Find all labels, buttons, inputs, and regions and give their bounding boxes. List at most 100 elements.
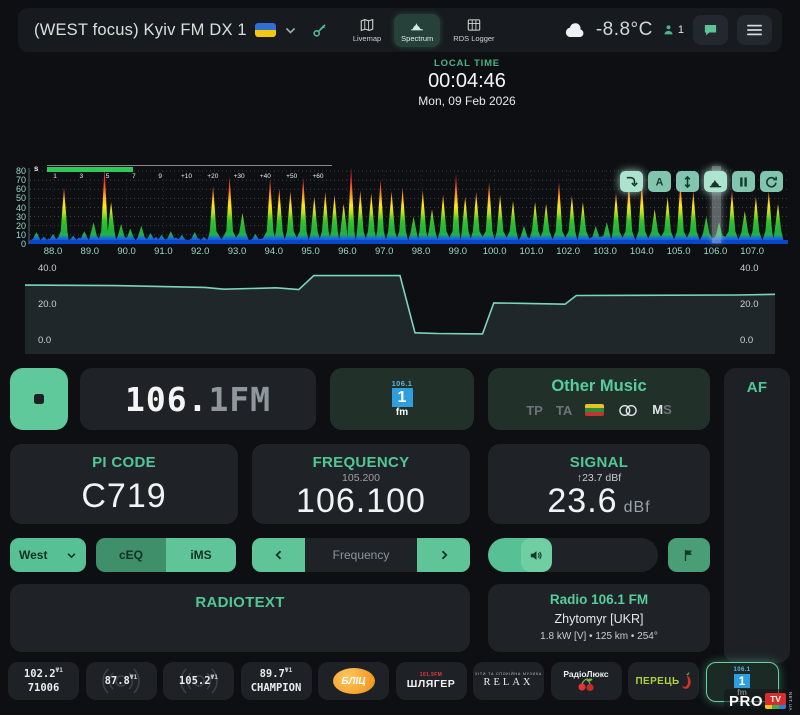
s-meter-tick: 1 <box>45 173 65 180</box>
s-meter-tick: 7 <box>124 173 144 180</box>
s-meter-tick: +60 <box>308 173 328 180</box>
spectrum-x-tick: 103.0 <box>588 246 622 257</box>
spectrum-mode-button[interactable] <box>704 171 727 192</box>
preset-button-2[interactable]: 87.8Ψ1 <box>86 662 157 700</box>
livemap-icon <box>359 18 375 32</box>
refresh-button[interactable] <box>760 171 783 192</box>
lithuania-flag-icon <box>585 404 604 416</box>
preset-button-4[interactable]: 89.7Ψ1CHAMPION <box>241 662 312 700</box>
watermark-side-text: NET.UA <box>788 692 793 711</box>
perets-logo: ПЕРЕЦЬ <box>635 672 691 690</box>
radiotext-panel: RADIOTEXT <box>10 584 470 652</box>
s-meter-tick: +10 <box>177 173 197 180</box>
pi-code-heading: PI CODE <box>10 454 238 471</box>
volume-slider[interactable] <box>488 538 658 572</box>
spectrum-x-tick: 99.0 <box>441 246 475 257</box>
signal-y-tick: 0.0 <box>38 335 72 346</box>
watermark-pro-text: PRO <box>729 693 763 710</box>
select-chevron-icon <box>66 550 77 561</box>
spectrum-x-tick: 95.0 <box>294 246 328 257</box>
stereo-icon <box>617 404 639 417</box>
preset-frequency: 102.2Ψ1 <box>24 666 63 682</box>
spectrum-x-tick: 96.0 <box>330 246 364 257</box>
station-location: Zhytomyr [UKR] <box>488 612 710 626</box>
report-flag-button[interactable] <box>668 538 710 572</box>
preset-button-7[interactable]: ХІТИ ТА СПОКІЙНА МУЗИКАRELAX <box>473 662 544 700</box>
spectrum-x-tick: 93.0 <box>220 246 254 257</box>
preset-name: 71006 <box>28 682 60 696</box>
blits-logo: БЛІЦ <box>333 668 375 694</box>
vertical-zoom-button[interactable] <box>676 171 699 192</box>
nav-spectrum-button[interactable]: Spectrum <box>394 14 440 47</box>
server-title[interactable]: (WEST focus) Kyiv FM DX 1 <box>34 21 247 40</box>
tuner-toggle-button[interactable] <box>10 368 68 430</box>
s-meter-tick: 3 <box>71 173 91 180</box>
step-up-button[interactable] <box>417 538 470 572</box>
pty-label: Other Music <box>488 377 710 396</box>
cloud-icon <box>563 21 587 39</box>
ims-button[interactable]: iMS <box>166 538 236 572</box>
spectrum-icon <box>409 18 425 32</box>
preset-button-5[interactable]: БЛІЦ <box>318 662 389 700</box>
key-icon[interactable] <box>311 22 328 39</box>
eq-ims-toggle: cEQ iMS <box>96 538 236 572</box>
signal-y-tick: 40.0 <box>38 263 72 274</box>
preset-button-3[interactable]: 105.2Ψ1 <box>163 662 234 700</box>
current-frequency: 106.100 <box>252 484 470 518</box>
signal-value: 23.6 <box>547 482 617 520</box>
stop-square-icon <box>34 394 44 404</box>
svg-text:A: A <box>656 176 664 188</box>
spectrum-x-tick: 105.0 <box>662 246 696 257</box>
nav-rds-logger-button[interactable]: RDS Logger <box>446 14 501 47</box>
preset-button-6[interactable]: 101.9FMШЛЯГЕР <box>396 662 467 700</box>
fm1061-logo-one: 1 <box>734 674 750 688</box>
chat-button[interactable] <box>693 15 728 45</box>
frequency-stepper: Frequency <box>252 538 470 572</box>
frequency-heading: FREQUENCY <box>252 454 470 471</box>
signal-y-tick: 40.0 <box>740 263 774 274</box>
pty-panel: Other Music TP TA MS <box>488 368 710 430</box>
speaker-icon <box>529 549 544 562</box>
s-meter-bar <box>47 167 133 172</box>
antenna-select[interactable]: West <box>10 538 86 572</box>
menu-button[interactable] <box>737 15 772 45</box>
pi-code-panel: PI CODE C719 <box>10 444 238 524</box>
s-meter-tick: 5 <box>98 173 118 180</box>
listener-count: 1 <box>678 24 684 36</box>
preset-frequency: 89.7Ψ1 <box>260 666 293 682</box>
frequency-display-sub: 1FM <box>208 380 271 419</box>
rds-logger-icon <box>466 18 482 32</box>
station-name[interactable]: Radio 106.1 FM <box>488 592 710 607</box>
spectrum-x-tick: 90.0 <box>110 246 144 257</box>
step-down-button[interactable] <box>252 538 305 572</box>
spectrum-x-tick: 107.0 <box>735 246 769 257</box>
preset-frequency: 105.2Ψ1 <box>179 673 218 689</box>
autoscale-button[interactable]: A <box>648 171 671 192</box>
s-meter-tick: +30 <box>229 173 249 180</box>
pi-code-value: C719 <box>10 479 238 513</box>
local-clock: LOCAL TIME 00:04:46 Mon, 09 Feb 2026 <box>367 58 567 108</box>
af-list-panel: AF <box>724 368 790 663</box>
hamburger-icon <box>747 24 762 36</box>
nav-livemap-label: Livemap <box>353 34 381 43</box>
station-info-panel: Radio 106.1 FM Zhytomyr [UKR] 1.8 kW [V]… <box>488 584 710 652</box>
preset-button-8[interactable]: РадіоЛюкс <box>551 662 622 700</box>
preset-bank: 102.2Ψ171006 87.8Ψ1 105.2Ψ1 89.7Ψ1CHAMPION Б… <box>8 662 779 702</box>
nav-livemap-button[interactable]: Livemap <box>346 14 388 47</box>
snap-down-button[interactable] <box>620 171 643 192</box>
preset-button-9[interactable]: ПЕРЕЦЬ <box>628 662 699 700</box>
pause-button[interactable] <box>732 171 755 192</box>
chevron-down-icon[interactable] <box>284 24 297 37</box>
af-label: AF <box>724 379 790 396</box>
spectrum-x-tick: 104.0 <box>625 246 659 257</box>
frequency-display[interactable]: 106.1FM <box>80 368 316 430</box>
listener-counter: 1 <box>662 23 684 37</box>
signal-heading: SIGNAL <box>488 454 710 471</box>
s-meter-tick: +50 <box>282 173 302 180</box>
preset-frequency: 87.8Ψ1 <box>105 673 138 689</box>
signal-panel: SIGNAL ↑23.7 dBf 23.6dBf <box>488 444 710 524</box>
ceq-button[interactable]: cEQ <box>96 538 166 572</box>
stepper-label: Frequency <box>305 538 417 572</box>
preset-button-1[interactable]: 102.2Ψ171006 <box>8 662 79 700</box>
volume-thumb[interactable] <box>521 538 552 572</box>
